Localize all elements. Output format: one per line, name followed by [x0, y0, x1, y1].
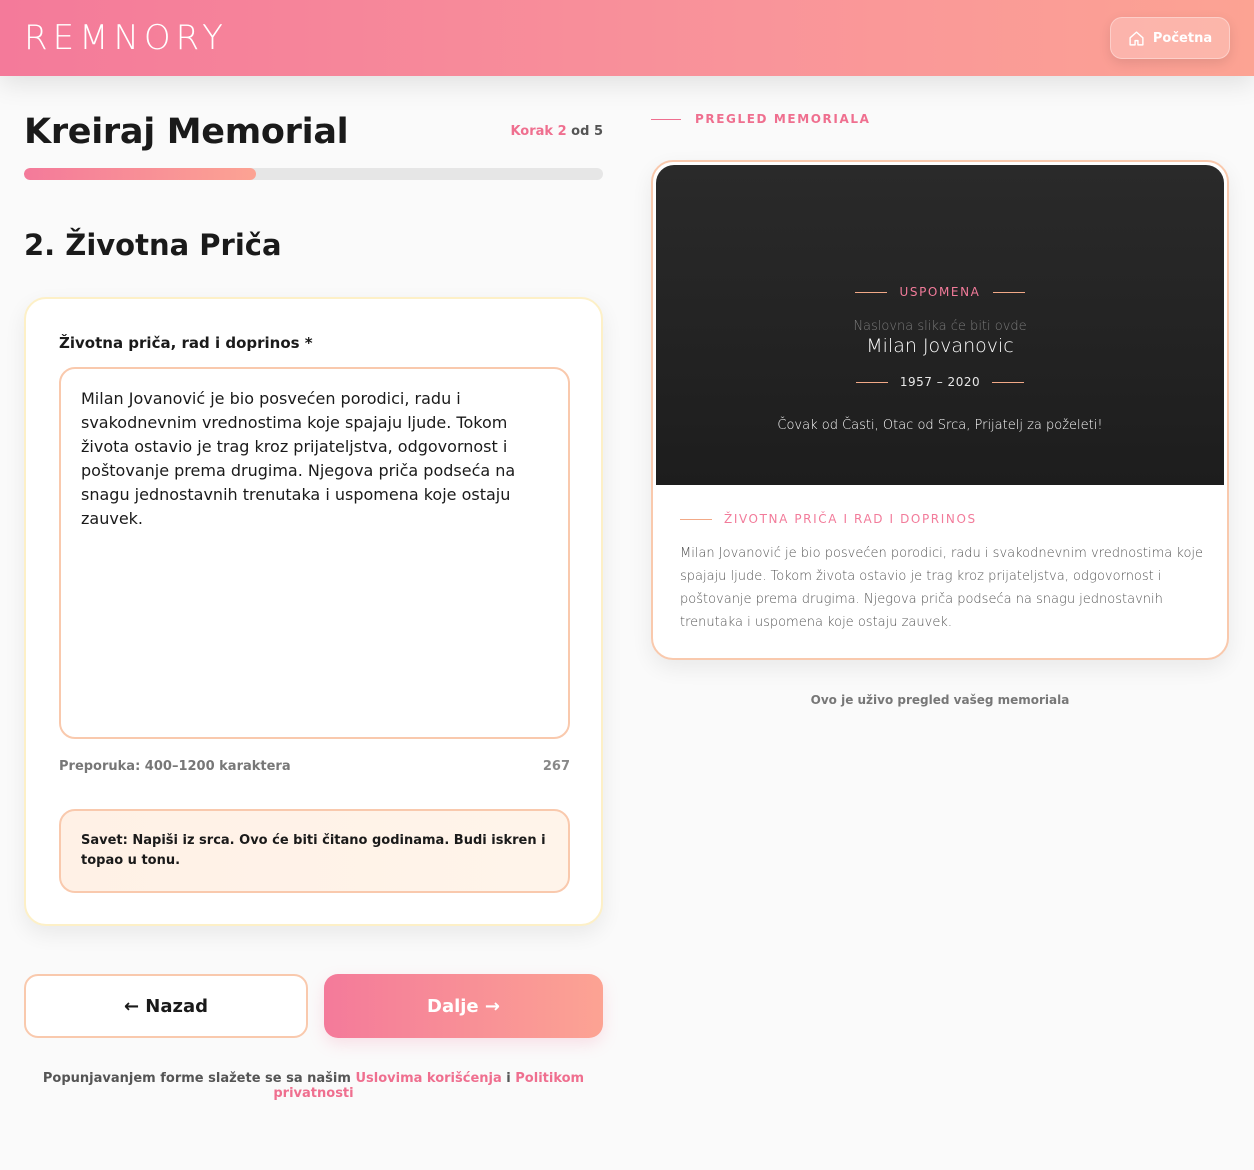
- memorial-quote: Čovak od Časti, Otac od Srca, Prijatelj …: [777, 418, 1103, 433]
- memorial-preview-card: USPOMENA Naslovna slika će biti ovde Mil…: [651, 160, 1229, 660]
- hero-tag-text: USPOMENA: [899, 285, 981, 299]
- cover-image-placeholder: USPOMENA Naslovna slika će biti ovde Mil…: [656, 165, 1224, 485]
- story-textarea[interactable]: [59, 367, 570, 739]
- character-count: 267: [542, 759, 570, 774]
- section-title: 2. Životna Priča: [24, 228, 282, 262]
- logo-text: REMNORY: [24, 18, 228, 58]
- home-button-label: Početna: [1152, 30, 1213, 46]
- story-section-tag-text: ŽIVOTNA PRIČA I RAD I DOPRINOS: [724, 512, 977, 526]
- progress-fill: [24, 168, 256, 180]
- memorial-dates-text: 1957 – 2020: [899, 375, 981, 389]
- remnory-logo[interactable]: REMNORY: [24, 20, 228, 56]
- step-indicator: Korak 2 od 5: [480, 124, 603, 139]
- back-button[interactable]: ← Nazad: [24, 974, 308, 1038]
- divider-line: [855, 381, 888, 383]
- next-button[interactable]: Dalje →: [324, 974, 603, 1038]
- consent-text: Popunjavanjem forme slažete se sa našim …: [24, 1071, 603, 1101]
- hero-tag: USPOMENA: [656, 285, 1224, 299]
- divider-line: [855, 291, 888, 293]
- top-header: REMNORY Početna: [0, 0, 1254, 76]
- consent-prefix: Popunjavanjem forme slažete se sa našim: [42, 1071, 351, 1086]
- terms-link[interactable]: Uslovima korišćenja: [355, 1071, 501, 1086]
- step-current: 2: [557, 124, 567, 139]
- step-total: 5: [593, 124, 603, 139]
- story-preview-text: Milan Jovanović je bio posvećen porodici…: [680, 546, 1204, 630]
- length-hint: Preporuka: 400–1200 karaktera: [59, 759, 291, 774]
- preview-heading-text: PREGLED MEMORIALA: [695, 112, 871, 126]
- consent-and: i: [506, 1071, 511, 1086]
- divider-line: [992, 291, 1025, 293]
- story-section-tag: ŽIVOTNA PRIČA I RAD I DOPRINOS: [680, 512, 977, 526]
- form-card: Životna priča, rad i doprinos * Preporuk…: [24, 297, 603, 926]
- page-title: Kreiraj Memorial: [24, 112, 349, 152]
- step-separator: od: [571, 124, 590, 139]
- writing-tip: Savet: Napiši iz srca. Ovo će biti čitan…: [59, 809, 570, 893]
- preview-heading: PREGLED MEMORIALA: [651, 112, 870, 126]
- cover-placeholder-text: Naslovna slika će biti ovde: [853, 319, 1027, 334]
- memorial-name: Milan Jovanovic: [866, 335, 1014, 357]
- memorial-dates: 1957 – 2020: [656, 375, 1224, 389]
- home-icon: [1129, 30, 1144, 46]
- home-button[interactable]: Početna: [1110, 17, 1230, 59]
- live-preview-note: Ovo je uživo pregled vašeg memoriala: [810, 693, 1070, 707]
- step-prefix: Korak: [510, 124, 554, 139]
- divider-line: [680, 518, 712, 520]
- progress-bar: [24, 168, 603, 180]
- story-field-label: Životna priča, rad i doprinos *: [59, 334, 313, 352]
- divider-line: [992, 381, 1025, 383]
- preview-heading-line: [651, 118, 681, 120]
